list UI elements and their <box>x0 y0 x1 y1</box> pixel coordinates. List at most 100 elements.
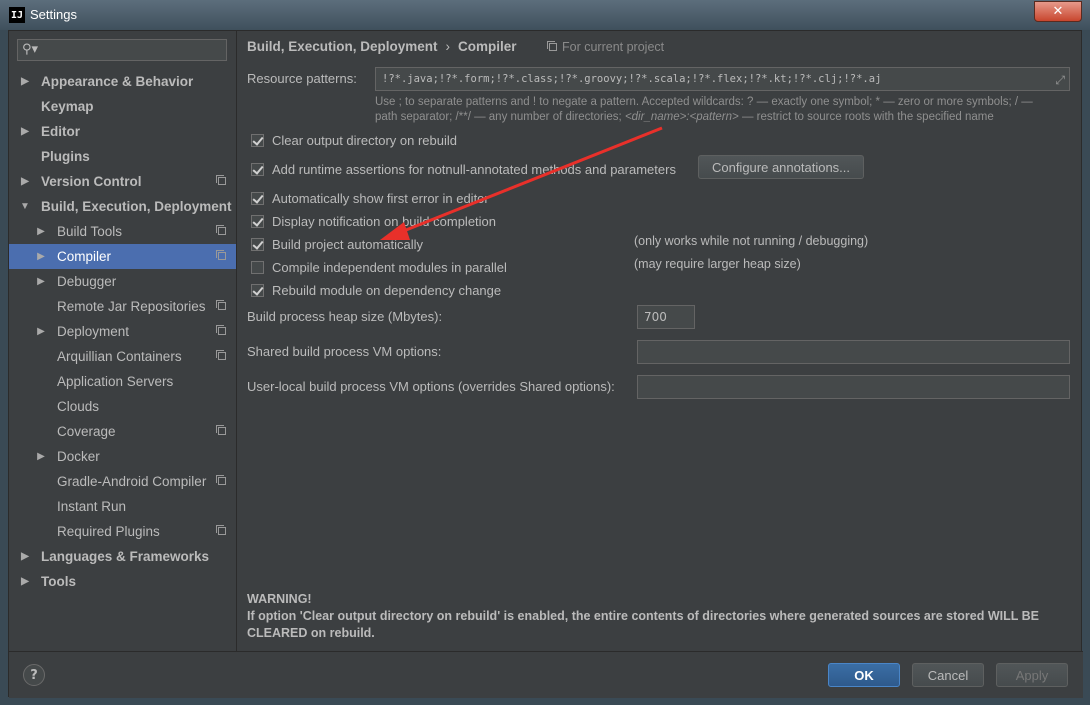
sidebar-item-label: Tools <box>41 574 76 589</box>
checkbox-label: Build project automatically <box>272 236 424 252</box>
resource-patterns-value: !?*.java;!?*.form;!?*.class;!?*.groovy;!… <box>382 73 882 85</box>
sidebar-item-gradle-android-compiler[interactable]: Gradle-Android Compiler <box>9 469 236 494</box>
checkbox[interactable] <box>251 162 264 176</box>
shared-vm-options-input[interactable] <box>637 340 1070 364</box>
sidebar-item-arquillian-containers[interactable]: Arquillian Containers <box>9 344 236 369</box>
project-settings-icon <box>216 325 226 335</box>
help-button[interactable]: ? <box>23 664 45 686</box>
project-settings-icon <box>216 525 226 535</box>
sidebar-item-application-servers[interactable]: Application Servers <box>9 369 236 394</box>
chevron-right-icon[interactable]: ▶ <box>19 119 31 144</box>
sidebar-item-coverage[interactable]: Coverage <box>9 419 236 444</box>
sidebar-item-languages-frameworks[interactable]: ▶ Languages & Frameworks <box>9 544 236 569</box>
project-settings-icon <box>216 475 226 485</box>
user-vm-options-label: User-local build process VM options (ove… <box>247 379 615 394</box>
hint-line-1: Use ; to separate patterns and ! to nega… <box>375 96 1033 108</box>
sidebar-item-tools[interactable]: ▶ Tools <box>9 569 236 594</box>
option-compile-independent-modules-in-parallel[interactable]: Compile independent modules in parallel <box>251 257 507 277</box>
checkbox-label: Add runtime assertions for notnull-annot… <box>272 161 676 177</box>
chevron-down-icon[interactable]: ▼ <box>19 194 31 219</box>
option-clear-output-directory-on-rebuild[interactable]: Clear output directory on rebuild <box>251 130 457 150</box>
heap-size-input[interactable]: 700 <box>637 305 695 329</box>
project-settings-icon <box>216 425 226 435</box>
ok-button[interactable]: OK <box>828 663 900 687</box>
checkbox-label: Compile independent modules in parallel <box>272 259 507 275</box>
sidebar-item-debugger[interactable]: ▶ Debugger <box>9 269 236 294</box>
dialog-footer: ? OK Cancel Apply <box>9 651 1083 698</box>
checkbox[interactable] <box>251 191 264 205</box>
window-title: Settings <box>30 7 77 22</box>
chevron-right-icon[interactable]: ▶ <box>35 219 47 244</box>
sidebar-item-label: Clouds <box>57 399 100 414</box>
sidebar-item-label: Remote Jar Repositories <box>57 299 206 314</box>
sidebar-item-label: Docker <box>57 449 100 464</box>
close-window-button[interactable]: ✕ <box>1034 1 1082 22</box>
resource-patterns-label: Resource patterns: <box>247 71 357 86</box>
settings-content: ⚲▾ ▶ Appearance & Behavior Keymap ▶ Editor Pl… <box>8 30 1083 698</box>
expand-icon[interactable]: ⤢ <box>1055 71 1065 89</box>
option-build-project-automatically[interactable]: Build project automatically <box>251 234 423 254</box>
sidebar-item-clouds[interactable]: Clouds <box>9 394 236 419</box>
apply-button[interactable]: Apply <box>996 663 1068 687</box>
sidebar-item-label: Instant Run <box>57 499 127 514</box>
sidebar-item-appearance-behavior[interactable]: ▶ Appearance & Behavior <box>9 69 236 94</box>
cancel-button[interactable]: Cancel <box>912 663 984 687</box>
configure-annotations-button[interactable]: Configure annotations... <box>698 155 864 179</box>
title-bar[interactable]: IJ Settings ✕ <box>0 0 1090 30</box>
option-display-notification-on-build-completion[interactable]: Display notification on build completion <box>251 211 496 231</box>
sidebar-item-compiler[interactable]: ▶ Compiler <box>9 244 236 269</box>
sidebar-item-label: Deployment <box>57 324 130 339</box>
resource-patterns-input[interactable]: !?*.java;!?*.form;!?*.class;!?*.groovy;!… <box>375 67 1070 91</box>
sidebar-item-instant-run[interactable]: Instant Run <box>9 494 236 519</box>
sidebar-item-label: Debugger <box>57 274 117 289</box>
chevron-right-icon[interactable]: ▶ <box>19 569 31 594</box>
checkbox[interactable] <box>251 214 264 228</box>
hint-line-2: path separator; /**/ — any number of dir… <box>375 110 1065 125</box>
sidebar-item-required-plugins[interactable]: Required Plugins <box>9 519 236 544</box>
project-settings-icon <box>216 350 226 360</box>
chevron-right-icon[interactable]: ▶ <box>35 444 47 469</box>
warning-body: If option 'Clear output directory on reb… <box>247 609 1039 640</box>
checkbox[interactable] <box>251 237 264 251</box>
breadcrumb-current: Compiler <box>458 39 517 54</box>
sidebar-item-build-execution-deployment[interactable]: ▼ Build, Execution, Deployment <box>9 194 236 219</box>
sidebar-item-label: Application Servers <box>57 374 174 389</box>
option-add-runtime-assertions-for-notnull-annotated-methods-and-parameters[interactable]: Add runtime assertions for notnull-annot… <box>251 159 676 179</box>
chevron-right-icon[interactable]: ▶ <box>19 169 31 194</box>
close-icon: ✕ <box>1052 4 1064 19</box>
sidebar-item-docker[interactable]: ▶ Docker <box>9 444 236 469</box>
chevron-right-icon[interactable]: ▶ <box>19 69 31 94</box>
sidebar-item-label: Build Tools <box>57 224 123 239</box>
settings-sidebar: ⚲▾ ▶ Appearance & Behavior Keymap ▶ Editor Pl… <box>9 31 237 651</box>
sidebar-item-label: Compiler <box>57 249 112 264</box>
sidebar-item-plugins[interactable]: Plugins <box>9 144 236 169</box>
sidebar-item-keymap[interactable]: Keymap <box>9 94 236 119</box>
checkbox[interactable] <box>251 260 264 274</box>
checkbox[interactable] <box>251 283 264 297</box>
sidebar-item-version-control[interactable]: ▶ Version Control <box>9 169 236 194</box>
sidebar-item-editor[interactable]: ▶ Editor <box>9 119 236 144</box>
sidebar-item-deployment[interactable]: ▶ Deployment <box>9 319 236 344</box>
option-automatically-show-first-error-in-editor[interactable]: Automatically show first error in editor <box>251 188 489 208</box>
hint-line-2-part-c: — restrict to source roots with the spec… <box>738 111 994 123</box>
sidebar-item-build-tools[interactable]: ▶ Build Tools <box>9 219 236 244</box>
build-auto-note: (only works while not running / debuggin… <box>634 234 869 248</box>
sidebar-item-remote-jar-repositories[interactable]: Remote Jar Repositories <box>9 294 236 319</box>
chevron-right-icon[interactable]: ▶ <box>19 544 31 569</box>
chevron-right-icon[interactable]: ▶ <box>35 244 47 269</box>
sidebar-item-label: Keymap <box>41 99 94 114</box>
heap-size-label: Build process heap size (Mbytes): <box>247 309 443 324</box>
shared-vm-options-label: Shared build process VM options: <box>247 344 442 359</box>
chevron-right-icon[interactable]: ▶ <box>35 319 47 344</box>
parallel-note: (may require larger heap size) <box>634 257 801 271</box>
sidebar-item-label: Languages & Frameworks <box>41 549 210 564</box>
settings-search-input[interactable]: ⚲▾ <box>17 39 227 61</box>
hint-line-2-part-a: path separator; /**/ — any number of dir… <box>375 111 625 123</box>
option-rebuild-module-on-dependency-change[interactable]: Rebuild module on dependency change <box>251 280 501 300</box>
user-vm-options-input[interactable] <box>637 375 1070 399</box>
sidebar-item-label: Version Control <box>41 174 142 189</box>
checkbox[interactable] <box>251 133 264 147</box>
sidebar-item-label: Plugins <box>41 149 90 164</box>
resource-patterns-hint: Use ; to separate patterns and ! to nega… <box>375 95 1065 125</box>
chevron-right-icon[interactable]: ▶ <box>35 269 47 294</box>
